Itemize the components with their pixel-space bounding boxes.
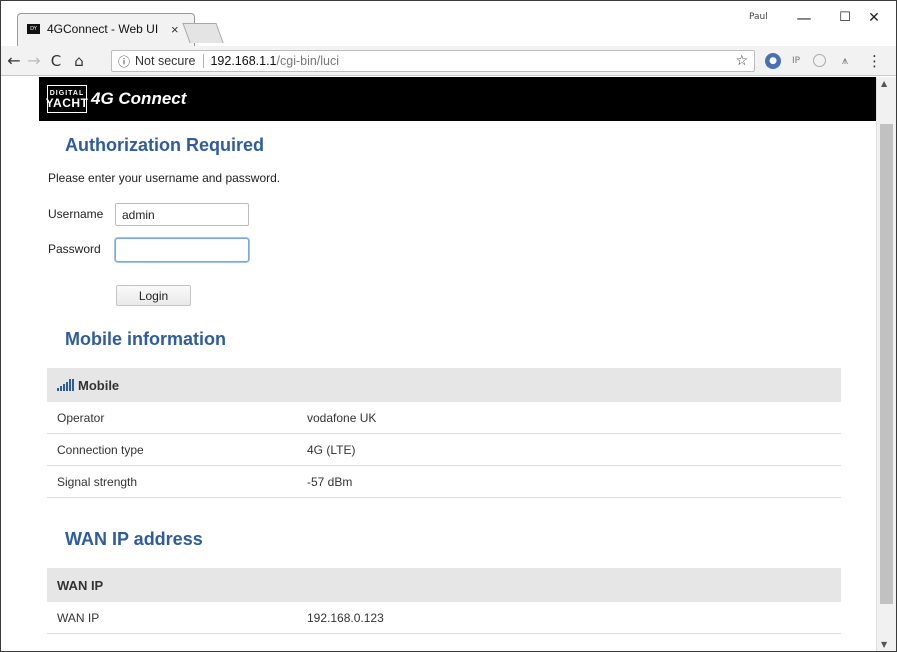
auth-heading: Authorization Required	[65, 135, 264, 155]
scroll-down-icon[interactable]: ▼	[881, 640, 887, 649]
row-value: 192.168.0.123	[307, 610, 384, 625]
back-button[interactable]: ←	[3, 50, 25, 72]
mobile-table-header: Mobile	[47, 368, 841, 402]
tab-close-icon[interactable]: ×	[171, 22, 179, 37]
new-tab-button[interactable]	[182, 23, 224, 43]
tab-content[interactable]: DY 4GConnect - Web UI ×	[27, 19, 179, 39]
url-host: 192.168.1.1	[210, 54, 277, 68]
auth-description: Please enter your username and password.	[48, 171, 281, 185]
address-bar[interactable]: ⓘ Not secure 192.168.1.1 /cgi-bin/luci ☆	[111, 50, 755, 72]
username-input[interactable]	[115, 203, 249, 226]
row-label: WAN IP	[57, 610, 100, 625]
browser-menu-icon[interactable]: ⋮	[867, 52, 882, 70]
security-status[interactable]: Not secure	[135, 54, 195, 68]
title-bar: DY 4GConnect - Web UI × Paul — ☐ ✕	[1, 1, 896, 47]
bookmark-star-icon[interactable]: ☆	[735, 53, 748, 69]
table-row: Operator vodafone UK	[47, 402, 841, 434]
username-label: Username	[48, 207, 104, 221]
minimize-button[interactable]: —	[784, 5, 824, 31]
row-value: vodafone UK	[307, 410, 377, 425]
scrollbar-thumb[interactable]	[880, 124, 893, 604]
wan-table: WAN IP WAN IP 192.168.0.123	[47, 568, 841, 634]
favicon-icon: DY	[27, 24, 40, 34]
site-header: DIGITAL YACHT 4G Connect	[39, 77, 876, 121]
tab-title: 4GConnect - Web UI	[47, 22, 159, 36]
digital-yacht-logo: DIGITAL YACHT	[45, 85, 89, 113]
row-label: Operator	[57, 410, 105, 425]
site-title: 4G Connect	[91, 89, 187, 108]
browser-toolbar: ← → C ⌂ ⓘ Not secure 192.168.1.1 /cgi-bi…	[1, 46, 896, 76]
row-label: Connection type	[57, 442, 144, 457]
ip-extension-icon[interactable]: IP	[788, 53, 804, 69]
scroll-up-icon[interactable]: ▲	[881, 79, 887, 88]
table-row: WAN IP 192.168.0.123	[47, 602, 841, 634]
profile-button[interactable]: Paul	[749, 12, 768, 22]
address-divider	[203, 54, 205, 68]
extension-1-icon[interactable]: ●	[765, 53, 781, 69]
page-viewport: DIGITAL YACHT 4G Connect Authorization R…	[1, 77, 876, 651]
browser-window: DY 4GConnect - Web UI × Paul — ☐ ✕ ← → C…	[0, 0, 897, 652]
signal-icon	[57, 379, 75, 391]
mobile-table-title: Mobile	[78, 377, 120, 393]
login-button[interactable]: Login	[116, 285, 191, 306]
mobile-heading: Mobile information	[65, 329, 226, 349]
wan-table-header: WAN IP	[47, 568, 841, 602]
password-label: Password	[48, 242, 101, 256]
home-button[interactable]: ⌂	[68, 50, 90, 72]
row-value: -57 dBm	[307, 474, 353, 489]
extension-3-icon[interactable]	[813, 54, 826, 67]
info-icon[interactable]: ⓘ	[118, 53, 130, 70]
row-label: Signal strength	[57, 474, 138, 489]
table-row: Signal strength -57 dBm	[47, 466, 841, 498]
table-row: Connection type 4G (LTE)	[47, 434, 841, 466]
close-window-button[interactable]: ✕	[854, 5, 894, 31]
url-path: /cgi-bin/luci	[276, 54, 340, 68]
reload-button[interactable]: C	[45, 50, 67, 72]
row-value: 4G (LTE)	[307, 442, 356, 457]
mobile-table: Mobile Operator vodafone UK Connection t…	[47, 368, 841, 498]
page-scrollbar[interactable]: ▲ ▼	[876, 77, 896, 651]
password-input[interactable]	[115, 238, 249, 262]
forward-button[interactable]: →	[23, 50, 45, 72]
extension-4-icon[interactable]: ⩚	[837, 53, 853, 69]
logo-bottom-text: YACHT	[45, 95, 89, 110]
wan-heading: WAN IP address	[65, 529, 203, 549]
